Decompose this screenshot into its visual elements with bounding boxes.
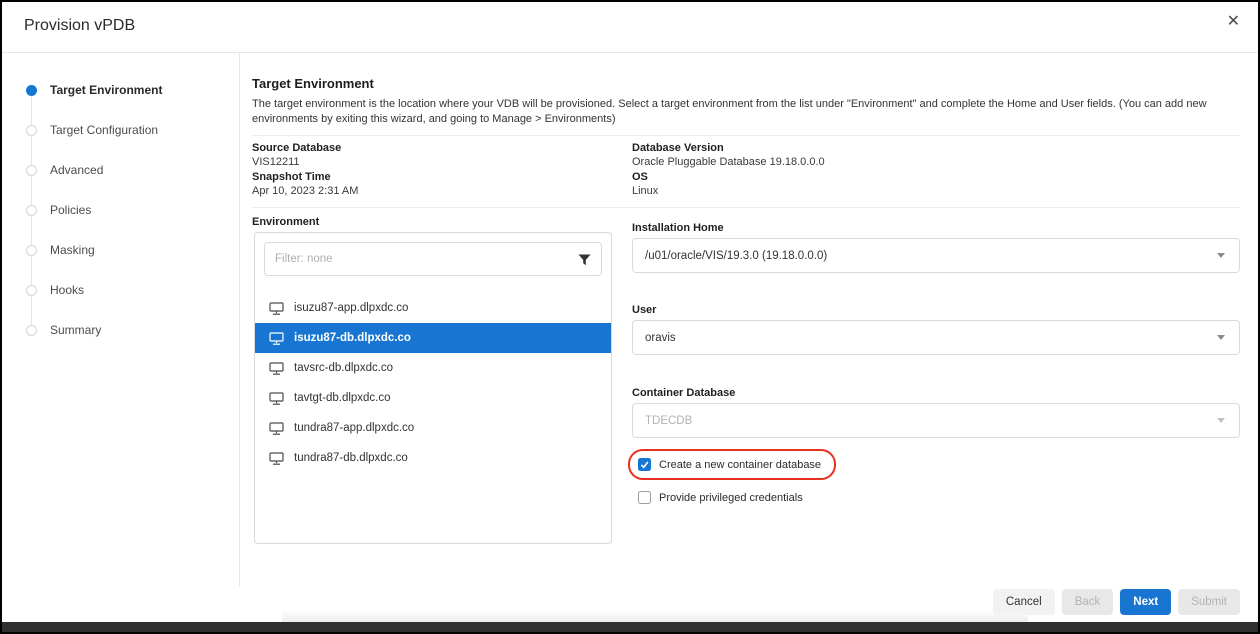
snapshot-time-value: Apr 10, 2023 2:31 AM (252, 185, 358, 197)
source-database-label: Source Database (252, 142, 341, 154)
monitor-icon (269, 452, 284, 465)
environment-list: isuzu87-app.dlpxdc.co isuzu87-db.dlpxdc.… (255, 293, 611, 473)
monitor-icon (269, 422, 284, 435)
environment-item-name: tavtgt-db.dlpxdc.co (294, 392, 391, 404)
environment-item[interactable]: tundra87-db.dlpxdc.co (255, 443, 611, 473)
header-divider (2, 52, 1258, 53)
divider (252, 207, 1240, 208)
footer-buttons: Cancel Back Next Submit (993, 589, 1240, 615)
environment-item-name: tavsrc-db.dlpxdc.co (294, 362, 393, 374)
step-label: Target Environment (50, 83, 162, 97)
user-value: oravis (645, 332, 676, 344)
monitor-icon (269, 392, 284, 405)
step-dot (26, 325, 37, 336)
red-highlight-annotation: Create a new container database (628, 449, 836, 480)
installation-home-value: /u01/oracle/VIS/19.3.0 (19.18.0.0.0) (645, 250, 827, 262)
sidebar-divider (239, 53, 240, 587)
step-dot (26, 165, 37, 176)
provide-privileged-credentials-label[interactable]: Provide privileged credentials (659, 492, 803, 504)
monitor-icon (269, 332, 284, 345)
provision-vpdb-dialog: Provision vPDB ✕ Target Environment Targ… (0, 0, 1260, 634)
environment-item-name: tundra87-db.dlpxdc.co (294, 452, 408, 464)
environment-filter-input[interactable] (264, 242, 602, 276)
source-database-value: VIS12211 (252, 156, 300, 168)
step-dot (26, 125, 37, 136)
database-version-label: Database Version (632, 142, 724, 154)
user-select[interactable]: oravis (632, 320, 1240, 355)
page-title: Target Environment (252, 76, 374, 91)
step-dot-active (26, 85, 37, 96)
environment-item-name: tundra87-app.dlpxdc.co (294, 422, 414, 434)
monitor-icon (269, 362, 284, 375)
step-label: Summary (50, 323, 101, 337)
step-label: Advanced (50, 163, 103, 177)
environment-filter (264, 242, 602, 276)
step-dot (26, 285, 37, 296)
installation-home-select[interactable]: /u01/oracle/VIS/19.3.0 (19.18.0.0.0) (632, 238, 1240, 273)
create-container-database-checkbox[interactable] (638, 458, 651, 471)
dialog-shadow (282, 610, 1028, 622)
user-label: User (632, 304, 656, 316)
environment-item-name: isuzu87-app.dlpxdc.co (294, 302, 408, 314)
step-label: Masking (50, 243, 95, 257)
chevron-down-icon (1217, 418, 1225, 423)
page-description: The target environment is the location w… (252, 97, 1242, 127)
privileged-credentials-row: Provide privileged credentials (638, 491, 803, 504)
create-container-database-label[interactable]: Create a new container database (659, 459, 821, 471)
container-database-value: TDECDB (645, 415, 692, 427)
step-dot (26, 245, 37, 256)
provide-privileged-credentials-checkbox[interactable] (638, 491, 651, 504)
os-value: Linux (632, 185, 658, 197)
bottom-dark-bar (2, 622, 1258, 632)
step-dot (26, 205, 37, 216)
environment-item-name: isuzu87-db.dlpxdc.co (294, 332, 411, 344)
container-database-label: Container Database (632, 387, 735, 399)
dialog-title: Provision vPDB (24, 17, 135, 35)
next-button[interactable]: Next (1120, 589, 1171, 615)
environment-item[interactable]: tavtgt-db.dlpxdc.co (255, 383, 611, 413)
submit-button: Submit (1178, 589, 1240, 615)
database-version-value: Oracle Pluggable Database 19.18.0.0.0 (632, 156, 825, 168)
environment-item[interactable]: isuzu87-app.dlpxdc.co (255, 293, 611, 323)
os-label: OS (632, 171, 648, 183)
environment-label: Environment (252, 216, 319, 228)
installation-home-label: Installation Home (632, 222, 724, 234)
environment-item[interactable]: tavsrc-db.dlpxdc.co (255, 353, 611, 383)
environment-item[interactable]: tundra87-app.dlpxdc.co (255, 413, 611, 443)
filter-funnel-icon[interactable] (578, 253, 591, 271)
chevron-down-icon (1217, 253, 1225, 258)
step-label: Policies (50, 203, 91, 217)
step-label: Target Configuration (50, 123, 158, 137)
chevron-down-icon (1217, 335, 1225, 340)
monitor-icon (269, 302, 284, 315)
step-label: Hooks (50, 283, 84, 297)
container-database-select: TDECDB (632, 403, 1240, 438)
close-icon[interactable]: ✕ (1227, 14, 1240, 30)
back-button: Back (1062, 589, 1114, 615)
divider (252, 135, 1240, 136)
environment-item-selected[interactable]: isuzu87-db.dlpxdc.co (255, 323, 611, 353)
snapshot-time-label: Snapshot Time (252, 171, 331, 183)
cancel-button[interactable]: Cancel (993, 589, 1055, 615)
